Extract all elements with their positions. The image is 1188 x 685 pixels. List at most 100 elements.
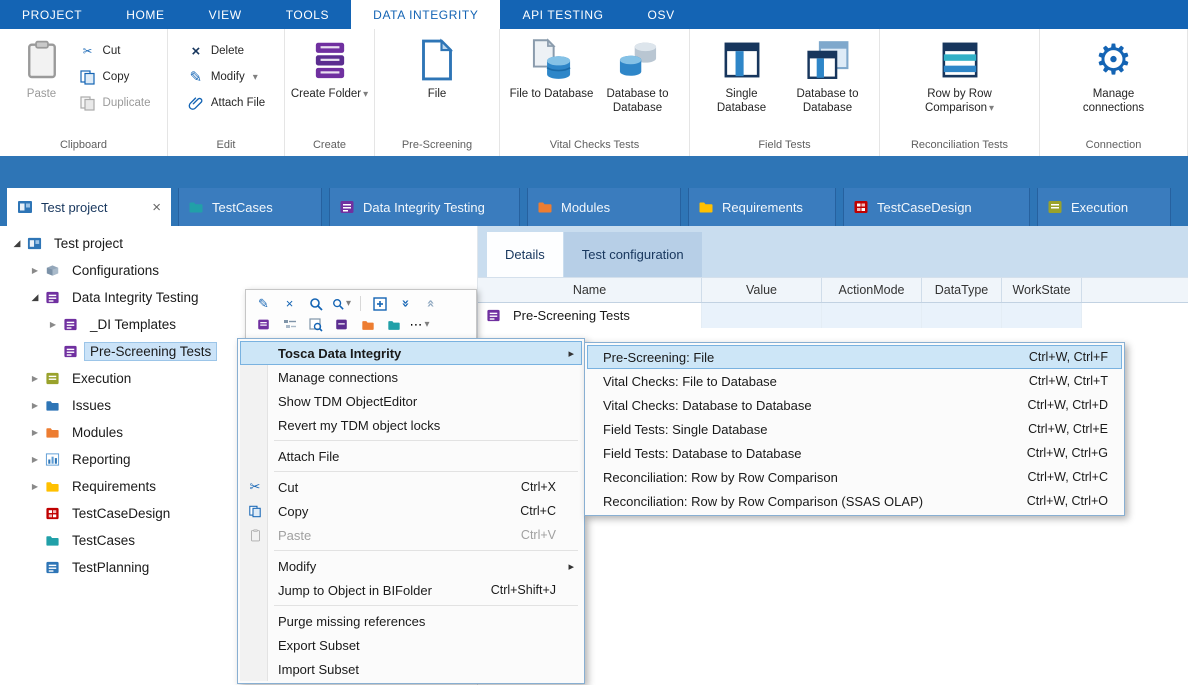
tree-item-test-project[interactable]: ◢ Test project <box>0 230 477 257</box>
menu-project[interactable]: PROJECT <box>0 0 104 29</box>
column-header-name[interactable]: Name <box>478 278 702 302</box>
menu-data-integrity[interactable]: DATA INTEGRITY <box>351 0 500 29</box>
menu-item-copy[interactable]: Copy Ctrl+C <box>240 499 582 523</box>
tree-item-configurations[interactable]: ▶ Configurations <box>0 257 477 284</box>
collapse-arrow-icon[interactable]: ▶ <box>28 428 42 437</box>
column-header-value[interactable]: Value <box>702 278 822 302</box>
cut-button[interactable]: ✂ Cut <box>73 40 157 62</box>
menu-item-manage-connections[interactable]: Manage connections <box>240 365 582 389</box>
collapse-arrow-icon[interactable]: ▶ <box>28 374 42 383</box>
column-header-workstate[interactable]: WorkState <box>1002 278 1082 302</box>
data-integrity-icon <box>63 317 78 332</box>
database-to-database-button[interactable]: Database to Database <box>595 32 681 134</box>
menu-item-show-tdm-objecteditor[interactable]: Show TDM ObjectEditor <box>240 389 582 413</box>
menu-item-purge-missing-references[interactable]: Purge missing references <box>240 609 582 633</box>
menu-home[interactable]: HOME <box>104 0 186 29</box>
menu-item-modify[interactable]: Modify ▸ <box>240 554 582 578</box>
submenu-item-reconciliation-row-by-row-ssas-olap[interactable]: Reconciliation: Row by Row Comparison (S… <box>587 489 1122 513</box>
tab-details[interactable]: Details <box>487 232 563 277</box>
pre-screening-file-button[interactable]: File <box>394 32 480 134</box>
menu-item-jump-to-object-in-bifolder[interactable]: Jump to Object in BIFolder Ctrl+Shift+J <box>240 578 582 602</box>
delete-button[interactable]: × <box>278 294 301 314</box>
create-folder-button[interactable]: Create Folder▾ <box>289 32 370 134</box>
search-dropdown-button[interactable]: ▾ <box>330 294 353 314</box>
submenu-item-reconciliation-row-by-row[interactable]: Reconciliation: Row by Row Comparison Ct… <box>587 465 1122 489</box>
tab-testcases[interactable]: TestCases <box>178 188 322 226</box>
project-icon <box>27 236 42 251</box>
add-button[interactable] <box>368 294 391 314</box>
template-folder-button[interactable] <box>330 315 353 335</box>
di-folder-button[interactable] <box>252 315 275 335</box>
delete-button[interactable]: × Delete <box>181 40 271 62</box>
testcases-icon <box>188 199 204 215</box>
duplicate-icon <box>79 96 97 111</box>
submenu-item-field-tests-single-database[interactable]: Field Tests: Single Database Ctrl+W, Ctr… <box>587 417 1122 441</box>
menu-item-export-subset[interactable]: Export Subset <box>240 633 582 657</box>
collapse-all-button[interactable]: » <box>420 294 443 314</box>
submenu-item-vital-checks-database-to-database[interactable]: Vital Checks: Database to Database Ctrl+… <box>587 393 1122 417</box>
collapse-arrow-icon[interactable]: ▶ <box>28 455 42 464</box>
close-tab-icon[interactable]: × <box>152 200 161 215</box>
menu-osv[interactable]: OSV <box>626 0 697 29</box>
modify-button[interactable]: ✎ Modify ▾ <box>181 66 271 88</box>
more-button[interactable]: ⋯▾ <box>408 315 431 335</box>
expand-arrow-icon[interactable]: ◢ <box>10 239 24 249</box>
column-header-actionmode[interactable]: ActionMode <box>822 278 922 302</box>
menu-tools[interactable]: TOOLS <box>264 0 351 29</box>
object-search-button[interactable] <box>304 315 327 335</box>
tab-data-integrity-testing[interactable]: Data Integrity Testing <box>329 188 520 226</box>
edit-button[interactable]: ✎ <box>252 294 275 314</box>
testcases-folder-button[interactable] <box>382 315 405 335</box>
template-folder-icon <box>335 318 348 331</box>
collapse-arrow-icon[interactable]: ▶ <box>28 266 42 275</box>
submenu-item-field-tests-database-to-database[interactable]: Field Tests: Database to Database Ctrl+W… <box>587 441 1122 465</box>
attach-file-button[interactable]: Attach File <box>181 92 271 114</box>
row-by-row-comparison-button[interactable]: Row by Row Comparison▾ <box>905 32 1015 134</box>
tab-test-configuration[interactable]: Test configuration <box>564 232 702 277</box>
menu-item-import-subset[interactable]: Import Subset <box>240 657 582 681</box>
search-icon <box>332 298 344 310</box>
tree-view-button[interactable] <box>278 315 301 335</box>
tab-testcasedesign[interactable]: TestCaseDesign <box>843 188 1030 226</box>
collapse-arrow-icon[interactable]: ▶ <box>28 401 42 410</box>
add-icon <box>373 297 387 311</box>
group-label-connection: Connection <box>1040 134 1187 156</box>
paste-button[interactable]: Paste <box>11 32 73 134</box>
data-integrity-icon <box>45 290 60 305</box>
submenu-item-pre-screening-file[interactable]: Pre-Screening: File Ctrl+W, Ctrl+F <box>587 345 1122 369</box>
delete-icon: × <box>187 43 205 60</box>
group-label-reconciliation-tests: Reconciliation Tests <box>880 134 1039 156</box>
modules-folder-button[interactable] <box>356 315 379 335</box>
collapse-arrow-icon[interactable]: ▶ <box>28 482 42 491</box>
table-row[interactable]: Pre-Screening Tests <box>478 303 1188 328</box>
tab-requirements[interactable]: Requirements <box>688 188 836 226</box>
menu-api-testing[interactable]: API TESTING <box>500 0 625 29</box>
duplicate-button[interactable]: Duplicate <box>73 92 157 114</box>
menu-item-attach-file[interactable]: Attach File <box>240 444 582 468</box>
group-label-create: Create <box>285 134 374 156</box>
tab-modules[interactable]: Modules <box>527 188 681 226</box>
tab-execution[interactable]: Execution <box>1037 188 1171 226</box>
expand-arrow-icon[interactable]: ◢ <box>28 293 42 303</box>
file-to-database-button[interactable]: File to Database <box>509 32 595 134</box>
manage-connections-button[interactable]: ⚙ Manage connections <box>1064 32 1164 134</box>
menu-item-cut[interactable]: ✂ Cut Ctrl+X <box>240 475 582 499</box>
submenu-item-vital-checks-file-to-database[interactable]: Vital Checks: File to Database Ctrl+W, C… <box>587 369 1122 393</box>
collapse-arrow-icon[interactable]: ▶ <box>46 320 60 329</box>
dropdown-caret-icon: ▾ <box>346 298 351 309</box>
group-label-pre-screening: Pre-Screening <box>375 134 499 156</box>
menu-item-revert-tdm-object-locks[interactable]: Revert my TDM object locks <box>240 413 582 437</box>
tab-test-project[interactable]: Test project × <box>7 188 171 226</box>
copy-button[interactable]: Copy <box>73 66 157 88</box>
search-button[interactable] <box>304 294 327 314</box>
expand-all-button[interactable]: » <box>394 294 417 314</box>
menu-view[interactable]: VIEW <box>187 0 264 29</box>
menu-item-tosca-data-integrity[interactable]: Tosca Data Integrity ▸ <box>240 341 582 365</box>
single-database-button[interactable]: Single Database <box>699 32 785 134</box>
requirements-icon <box>698 199 714 215</box>
menu-item-paste[interactable]: Paste Ctrl+V <box>240 523 582 547</box>
field-database-to-database-button[interactable]: Database to Database <box>785 32 871 134</box>
mini-toolbar: ✎ × ▾ » » ⋯▾ <box>245 289 477 339</box>
column-header-datatype[interactable]: DataType <box>922 278 1002 302</box>
ribbon-group-clipboard: Paste ✂ Cut Copy <box>0 29 168 156</box>
